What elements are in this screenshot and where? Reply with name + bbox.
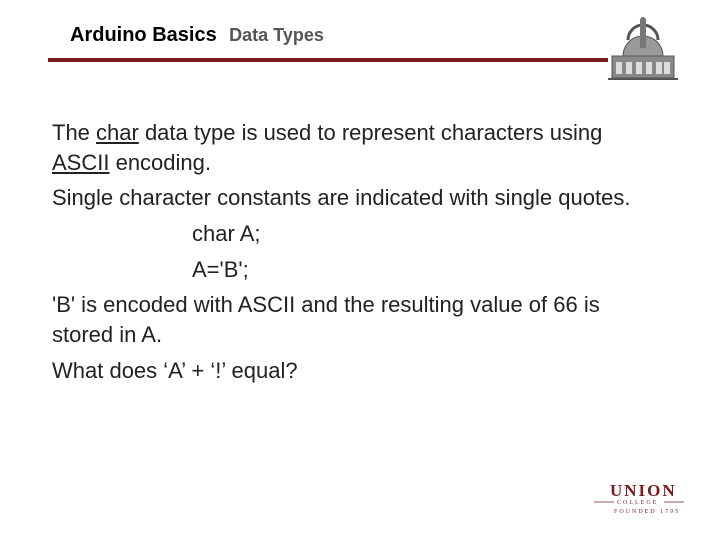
- text: data type is used to represent character…: [139, 120, 602, 145]
- title-sub: Data Types: [229, 25, 324, 45]
- union-college-logo: UNION COLLEGE FOUNDED 1795: [592, 480, 688, 520]
- keyword-char: char: [96, 120, 139, 145]
- paragraph-4: What does ‘A’ + ‘!’ equal?: [52, 356, 656, 386]
- title-main: Arduino Basics: [70, 24, 217, 46]
- paragraph-1: The char data type is used to represent …: [52, 118, 656, 177]
- svg-text:UNION: UNION: [610, 481, 677, 500]
- svg-text:COLLEGE: COLLEGE: [617, 500, 658, 506]
- paragraph-3: 'B' is encoded with ASCII and the result…: [52, 290, 656, 349]
- keyword-ascii: ASCII: [52, 150, 109, 175]
- code-line-2: A='B';: [192, 255, 656, 285]
- header-rule: [48, 58, 608, 62]
- code-line-1: char A;: [192, 219, 656, 249]
- svg-text:FOUNDED 1795: FOUNDED 1795: [614, 509, 680, 515]
- text: The: [52, 120, 96, 145]
- slide-body: The char data type is used to represent …: [0, 70, 720, 386]
- paragraph-2: Single character constants are indicated…: [52, 183, 656, 213]
- text: encoding.: [109, 150, 211, 175]
- slide: Arduino Basics Data Types The char data …: [0, 0, 720, 540]
- institution-seal-icon: [598, 12, 688, 90]
